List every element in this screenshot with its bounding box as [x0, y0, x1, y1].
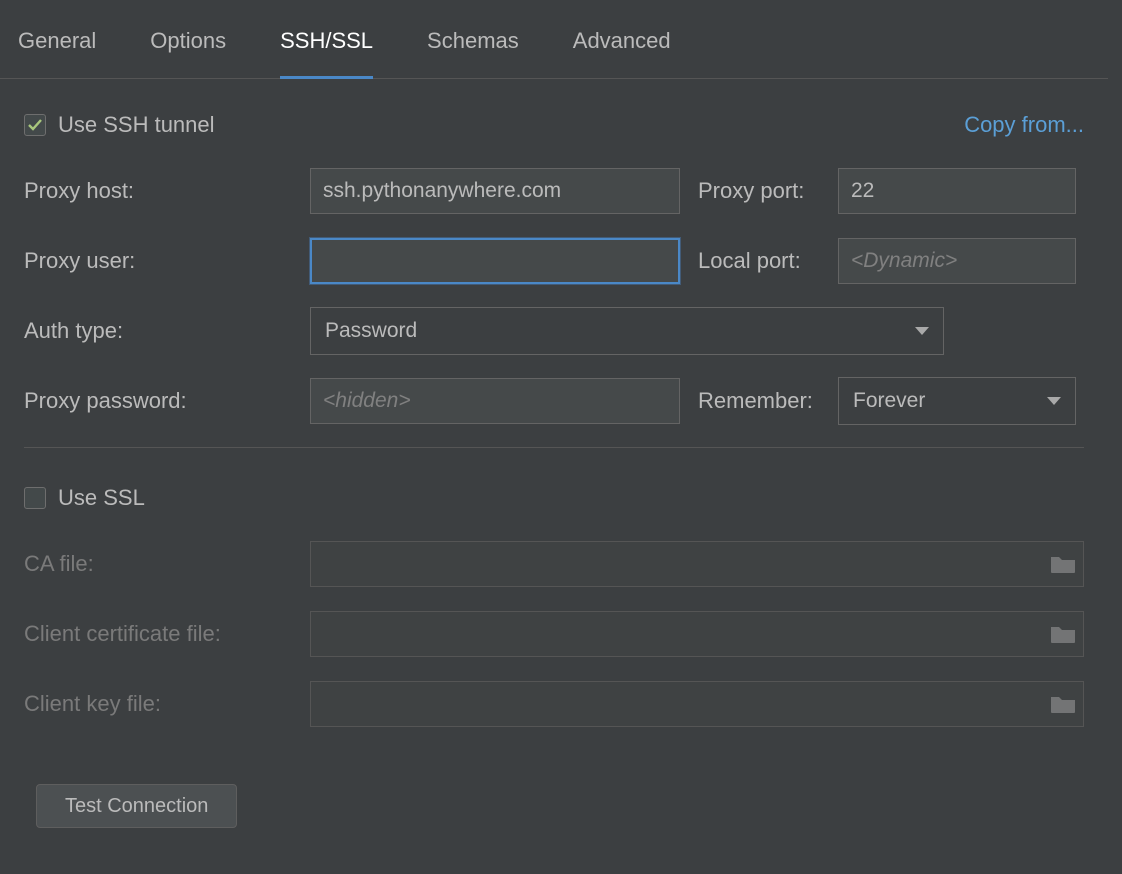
proxy-user-input[interactable]	[310, 238, 680, 284]
auth-type-label: Auth type:	[24, 318, 310, 344]
folder-icon	[1050, 624, 1076, 644]
tab-general[interactable]: General	[18, 28, 96, 70]
client-cert-file-browse-button[interactable]	[1050, 624, 1076, 644]
auth-type-select[interactable]: Password	[310, 307, 944, 355]
tab-advanced[interactable]: Advanced	[573, 28, 671, 70]
client-key-file-input	[310, 681, 1084, 727]
folder-icon	[1050, 554, 1076, 574]
tab-ssh-ssl[interactable]: SSH/SSL	[280, 28, 373, 79]
copy-from-link[interactable]: Copy from...	[964, 112, 1084, 138]
remember-value: Forever	[853, 389, 1047, 413]
ssh-ssl-settings-panel: General Options SSH/SSL Schemas Advanced…	[0, 0, 1108, 874]
section-divider	[24, 447, 1084, 448]
local-port-input[interactable]	[838, 238, 1076, 284]
use-ssl-label: Use SSL	[58, 485, 145, 511]
remember-select[interactable]: Forever	[838, 377, 1076, 425]
proxy-host-label: Proxy host:	[24, 178, 310, 204]
ca-file-input	[310, 541, 1084, 587]
ca-file-browse-button[interactable]	[1050, 554, 1076, 574]
local-port-label: Local port:	[698, 248, 838, 274]
client-cert-file-label: Client certificate file:	[24, 621, 310, 647]
tab-options[interactable]: Options	[150, 28, 226, 70]
chevron-down-icon	[1047, 397, 1061, 405]
proxy-port-label: Proxy port:	[698, 178, 838, 204]
proxy-port-input[interactable]	[838, 168, 1076, 214]
proxy-password-input[interactable]	[310, 378, 680, 424]
tab-schemas[interactable]: Schemas	[427, 28, 519, 70]
use-ssh-tunnel-checkbox[interactable]	[24, 114, 46, 136]
folder-icon	[1050, 694, 1076, 714]
tabs-bar: General Options SSH/SSL Schemas Advanced	[0, 0, 1108, 79]
use-ssh-tunnel-label: Use SSH tunnel	[58, 112, 215, 138]
test-connection-button[interactable]: Test Connection	[36, 784, 237, 828]
use-ssl-checkbox[interactable]	[24, 487, 46, 509]
client-key-file-label: Client key file:	[24, 691, 310, 717]
proxy-user-label: Proxy user:	[24, 248, 310, 274]
remember-label: Remember:	[698, 388, 838, 414]
auth-type-value: Password	[325, 319, 915, 343]
client-key-file-browse-button[interactable]	[1050, 694, 1076, 714]
check-icon	[27, 117, 43, 133]
ca-file-label: CA file:	[24, 551, 310, 577]
proxy-password-label: Proxy password:	[24, 388, 310, 414]
chevron-down-icon	[915, 327, 929, 335]
client-cert-file-input	[310, 611, 1084, 657]
proxy-host-input[interactable]	[310, 168, 680, 214]
